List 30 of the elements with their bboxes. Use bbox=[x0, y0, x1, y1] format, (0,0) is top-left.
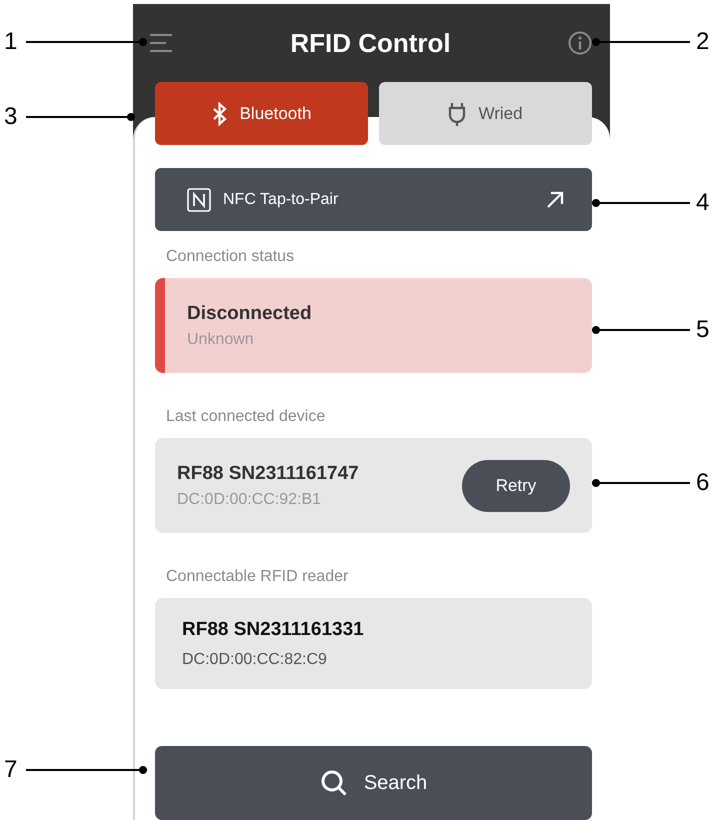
status-text: Disconnected bbox=[187, 302, 312, 324]
bluetooth-icon bbox=[212, 102, 228, 126]
callout-number: 2 bbox=[696, 28, 710, 56]
info-icon[interactable] bbox=[568, 31, 592, 55]
search-icon bbox=[320, 769, 348, 797]
callout-number: 6 bbox=[696, 469, 710, 497]
device-name: RF88 SN2311161747 bbox=[177, 462, 359, 484]
retry-button[interactable]: Retry bbox=[462, 460, 570, 512]
section-heading: Last connected device bbox=[166, 408, 326, 426]
app-title: RFID Control bbox=[290, 28, 451, 58]
connection-tab[interactable]: Wried bbox=[379, 82, 592, 145]
status-detail: Unknown bbox=[187, 330, 254, 348]
reader-name: RF88 SN2311161331 bbox=[182, 618, 364, 640]
callout-number: 7 bbox=[4, 756, 18, 784]
device-address: DC:0D:00:CC:92:B1 bbox=[177, 490, 322, 508]
callout-number: 1 bbox=[4, 28, 18, 56]
nfc-pair-button[interactable]: NFC Tap-to-Pair bbox=[155, 168, 592, 231]
section-heading: Connectable RFID reader bbox=[166, 568, 348, 586]
callout-number: 5 bbox=[696, 316, 710, 344]
callout-number: 3 bbox=[4, 103, 18, 131]
menu-icon[interactable] bbox=[149, 33, 173, 53]
reader-address: DC:0D:00:CC:82:C9 bbox=[182, 650, 327, 668]
section-heading: Connection status bbox=[166, 248, 294, 266]
reader-card[interactable]: RF88 SN2311161331 DC:0D:00:CC:82:C9 bbox=[155, 598, 592, 689]
arrow-icon bbox=[546, 190, 564, 208]
nfc-icon bbox=[187, 188, 211, 212]
callout-number: 4 bbox=[696, 189, 710, 217]
connection-tab[interactable]: Bluetooth bbox=[155, 82, 368, 145]
search-button[interactable]: Search bbox=[155, 746, 592, 820]
plug-icon bbox=[448, 100, 466, 126]
